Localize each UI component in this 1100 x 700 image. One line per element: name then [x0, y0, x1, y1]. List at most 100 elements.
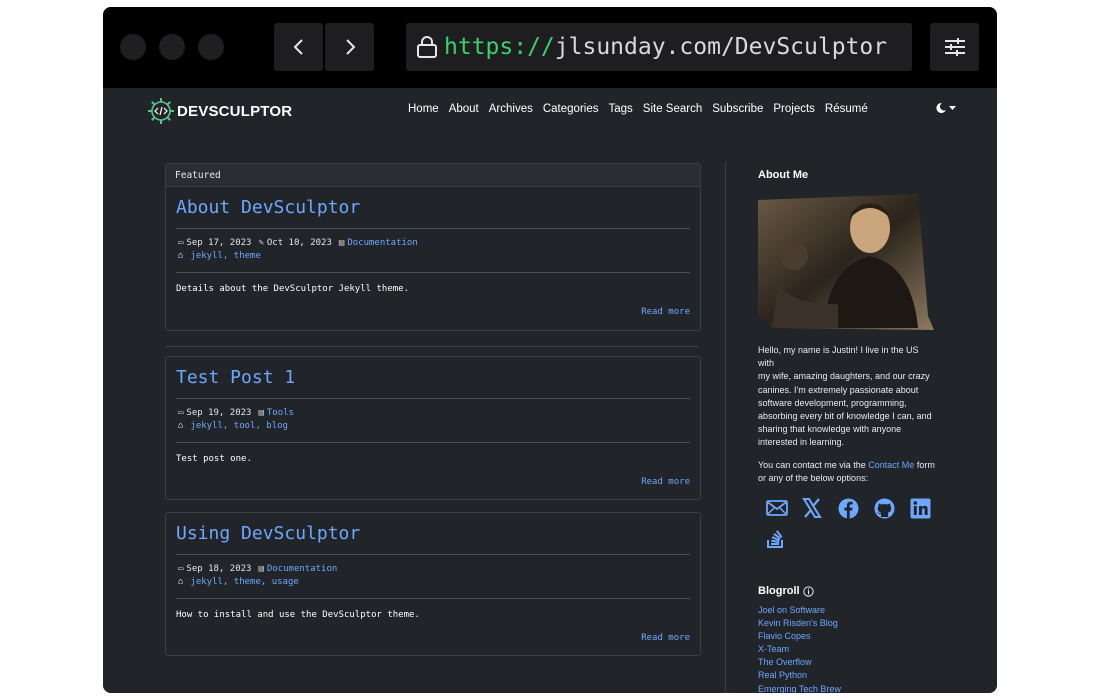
nav-about[interactable]: About [449, 103, 479, 115]
bio-line: canines. I'm extremely passionate about [758, 384, 919, 395]
edit-icon: ✎ [258, 238, 264, 248]
post-tags: ⌂ jekyll, theme, usage [178, 577, 299, 587]
x-twitter-icon[interactable] [802, 493, 838, 523]
social-links [766, 493, 946, 553]
read-more-link[interactable]: Read more [641, 633, 690, 643]
contact-line2: or any of the below options: [758, 473, 869, 484]
post-date: Sep 18, 2023 [186, 564, 252, 574]
blogroll-link[interactable]: The Overflow [758, 656, 841, 669]
tag-icon: ⌂ [178, 577, 184, 587]
post-meta: ▭ Sep 17, 2023 ✎ Oct 10, 2023 ▤ Documentati… [178, 238, 418, 248]
stack-overflow-icon[interactable] [766, 523, 802, 553]
url-scheme: https:// [444, 34, 555, 60]
facebook-icon[interactable] [838, 493, 874, 523]
blogroll-link[interactable]: Real Python [758, 669, 841, 682]
blogroll-link[interactable]: Emerging Tech Brew [758, 683, 841, 693]
divider [176, 272, 690, 273]
sidebar-divider [725, 162, 726, 693]
github-icon[interactable] [874, 493, 910, 523]
author-photo [758, 186, 936, 337]
blogroll-heading: Blogroll [758, 585, 814, 597]
bio-line: absorbing every bit of knowledge I can, … [758, 411, 932, 422]
calendar-icon: ▭ [178, 564, 184, 574]
blogroll-link[interactable]: X-Team [758, 643, 841, 656]
gear-code-logo-icon [148, 98, 174, 124]
linkedin-icon[interactable] [910, 493, 946, 523]
folder-icon: ▤ [258, 408, 264, 418]
settings-button[interactable] [930, 23, 979, 71]
read-more-link[interactable]: Read more [641, 307, 690, 317]
site-logo[interactable]: DEVSCULPTOR [147, 97, 292, 125]
tag-links[interactable]: jekyll, theme, usage [190, 577, 298, 587]
site-navbar: DEVSCULPTOR Home About Archives Categori… [103, 88, 997, 133]
lock-icon [417, 36, 437, 58]
blogroll-link[interactable]: Flavio Copes [758, 630, 841, 643]
post-updated: Oct 10, 2023 [266, 238, 332, 248]
contact-text: You can contact me via the Contact Me fo… [758, 459, 936, 485]
tag-links[interactable]: jekyll, theme [190, 251, 260, 261]
nav-categories[interactable]: Categories [543, 103, 599, 115]
bio-line: sharing that knowledge with anyone [758, 424, 902, 435]
chevron-left-icon [293, 39, 303, 55]
blogroll-link[interactable]: Kevin Risden's Blog [758, 617, 841, 630]
post-tags: ⌂ jekyll, theme [178, 251, 261, 261]
window-close-dot[interactable] [120, 34, 146, 60]
main-nav: Home About Archives Categories Tags Site… [408, 103, 878, 115]
bio-line: Hello, my name is Justin! I live in the … [758, 345, 919, 369]
info-circle-icon[interactable] [802, 585, 814, 597]
chevron-right-icon [345, 39, 355, 55]
url-host: jlsunday.com/DevSculptor [554, 34, 888, 60]
window-maximize-dot[interactable] [198, 34, 224, 60]
post-tags: ⌂ jekyll, tool, blog [178, 421, 288, 431]
post-meta: ▭ Sep 19, 2023 ▤ Tools [178, 408, 294, 418]
nav-site-search[interactable]: Site Search [643, 103, 702, 115]
back-button[interactable] [274, 23, 323, 71]
tag-icon: ⌂ [178, 421, 184, 431]
moon-stars-icon [936, 102, 946, 113]
category-link[interactable]: Tools [267, 408, 294, 418]
envelope-icon[interactable] [766, 493, 802, 523]
address-bar[interactable]: https://jlsunday.com/DevSculptor [406, 23, 912, 71]
tag-links[interactable]: jekyll, tool, blog [190, 421, 288, 431]
theme-toggle[interactable] [935, 102, 956, 114]
post-excerpt: How to install and use the DevSculptor t… [176, 610, 420, 620]
website: DEVSCULPTOR Home About Archives Categori… [103, 88, 997, 693]
contact-suffix: form [916, 460, 935, 470]
post-date: Sep 19, 2023 [186, 408, 252, 418]
bio-line: software development, programming, [758, 397, 907, 408]
category-link[interactable]: Documentation [267, 564, 337, 574]
bio-text: Hello, my name is Justin! I live in the … [758, 344, 936, 450]
post-excerpt: Test post one. [176, 454, 252, 464]
divider [176, 228, 690, 229]
folder-icon: ▤ [338, 238, 345, 248]
calendar-icon: ▭ [178, 238, 184, 248]
nav-home[interactable]: Home [408, 103, 439, 115]
post-title-link[interactable]: About DevSculptor [176, 197, 360, 218]
browser-window: https://jlsunday.com/DevSculptor DEVSCUL… [103, 7, 997, 693]
contact-me-link[interactable]: Contact Me [868, 460, 914, 470]
nav-tags[interactable]: Tags [608, 103, 632, 115]
blogroll-link[interactable]: Joel on Software [758, 604, 841, 617]
post-date: Sep 17, 2023 [186, 238, 252, 248]
about-heading: About Me [758, 169, 809, 181]
post-meta: ▭ Sep 18, 2023 ▤ Documentation [178, 564, 337, 574]
bio-line: interested in learning. [758, 437, 845, 448]
nav-projects[interactable]: Projects [773, 103, 815, 115]
blogroll-list: Joel on Software Kevin Risden's Blog Fla… [758, 604, 841, 693]
browser-toolbar: https://jlsunday.com/DevSculptor [103, 7, 997, 88]
nav-resume[interactable]: Résumé [825, 103, 868, 115]
nav-archives[interactable]: Archives [489, 103, 533, 115]
post-title-link[interactable]: Test Post 1 [176, 367, 295, 388]
caret-down-icon [949, 105, 956, 110]
sliders-icon [944, 38, 965, 56]
logo-text: DEVSCULPTOR [177, 102, 293, 120]
category-link[interactable]: Documentation [347, 238, 417, 248]
featured-post-card: Featured About DevSculptor ▭ Sep 17, 2023… [165, 163, 701, 331]
forward-button[interactable] [325, 23, 374, 71]
read-more-link[interactable]: Read more [641, 477, 690, 487]
post-title-link[interactable]: Using DevSculptor [176, 523, 360, 544]
window-minimize-dot[interactable] [159, 34, 185, 60]
nav-subscribe[interactable]: Subscribe [712, 103, 763, 115]
section-divider [165, 346, 699, 347]
divider [176, 598, 690, 599]
